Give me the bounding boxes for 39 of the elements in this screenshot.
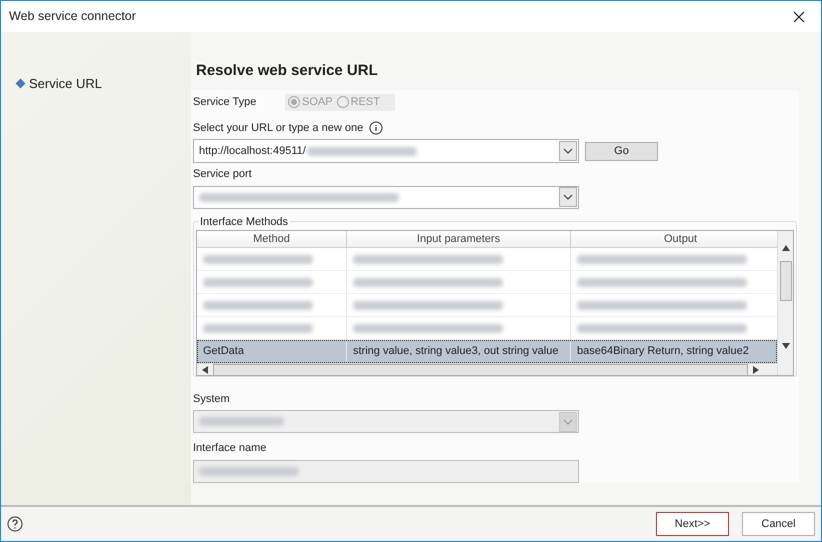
sidebar-item[interactable]: Service URL <box>17 74 191 94</box>
cancel-button[interactable]: Cancel <box>742 512 815 536</box>
horizontal-scrollbar[interactable] <box>197 363 777 375</box>
bullet-icon <box>16 78 26 89</box>
up-arrow-icon[interactable] <box>782 244 790 251</box>
page-heading: Resolve web service URL <box>195 61 379 81</box>
go-button[interactable]: Go <box>585 142 658 161</box>
left-arrow-icon[interactable] <box>202 366 208 374</box>
field-label: Interface name <box>193 441 268 456</box>
scrollbar-thumb[interactable] <box>780 260 792 301</box>
right-arrow-icon[interactable] <box>753 366 759 374</box>
table-cell-text: base64Binary Return, string value2 <box>577 344 749 360</box>
table-row[interactable] <box>197 294 777 318</box>
window-title: Web service connector <box>9 8 136 26</box>
scrollbar-thumb[interactable] <box>213 364 748 375</box>
table-row[interactable] <box>197 248 777 272</box>
table-row[interactable]: GetData string value, string value3, out string value base64Binary Return, string value2 <box>197 340 777 364</box>
column-header[interactable]: Input parameters <box>347 230 571 248</box>
table-row[interactable] <box>197 317 777 340</box>
dropdown-button[interactable] <box>559 187 577 208</box>
url-combo-box[interactable]: http://localhost:49511/ <box>193 139 579 164</box>
dropdown-button[interactable] <box>559 141 577 162</box>
close-icon[interactable] <box>793 10 805 22</box>
table-cell-text: string value, string value3, out string value <box>353 344 558 360</box>
field-label: Select your URL or type a new one <box>193 120 364 136</box>
caret-icon <box>563 418 573 425</box>
table-row[interactable] <box>197 271 777 294</box>
info-icon[interactable] <box>369 120 384 135</box>
field-label: Service port <box>193 167 253 182</box>
field-label: System <box>193 392 231 407</box>
caret-icon <box>563 148 573 154</box>
field-label: Service Type <box>193 94 258 110</box>
help-icon[interactable] <box>7 516 23 532</box>
down-arrow-icon[interactable] <box>782 342 790 349</box>
caret-icon <box>563 194 573 200</box>
next-button[interactable]: Next>> <box>656 512 729 536</box>
column-header[interactable]: Method <box>197 230 347 248</box>
vertical-scrollbar[interactable] <box>777 230 793 375</box>
table-cell-text: GetData <box>203 344 244 360</box>
